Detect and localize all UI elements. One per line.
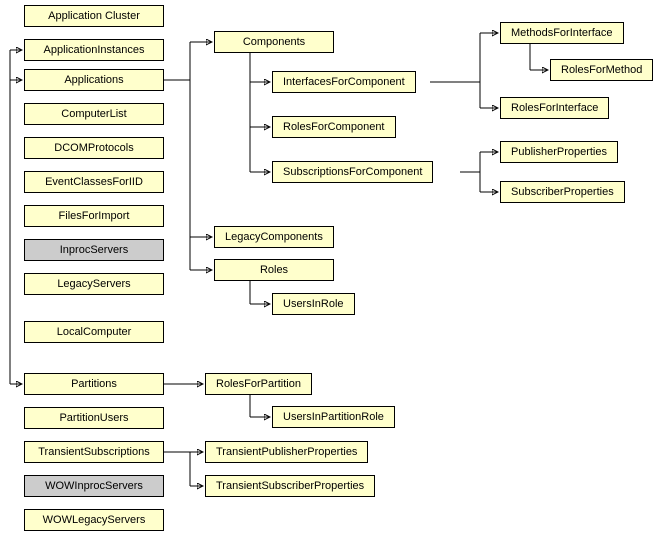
node-roles-for-method: RolesForMethod [550, 59, 653, 81]
node-legacy-components: LegacyComponents [214, 226, 334, 248]
node-interfaces-for-component: InterfacesForComponent [272, 71, 416, 93]
node-files-for-import: FilesForImport [24, 205, 164, 227]
node-subscriptions-for-component: SubscriptionsForComponent [272, 161, 433, 183]
node-wow-inproc-servers: WOWInprocServers [24, 475, 164, 497]
node-users-in-partition-role: UsersInPartitionRole [272, 406, 395, 428]
node-transient-subscriptions: TransientSubscriptions [24, 441, 164, 463]
node-legacy-servers: LegacyServers [24, 273, 164, 295]
node-transient-subscriber-properties: TransientSubscriberProperties [205, 475, 375, 497]
node-publisher-properties: PublisherProperties [500, 141, 618, 163]
node-application-instances: ApplicationInstances [24, 39, 164, 61]
node-dcom-protocols: DCOMProtocols [24, 137, 164, 159]
node-applications: Applications [24, 69, 164, 91]
node-partitions: Partitions [24, 373, 164, 395]
node-methods-for-interface: MethodsForInterface [500, 22, 624, 44]
node-transient-publisher-properties: TransientPublisherProperties [205, 441, 368, 463]
node-users-in-role: UsersInRole [272, 293, 355, 315]
node-event-classes-for-iid: EventClassesForIID [24, 171, 164, 193]
node-application-cluster: Application Cluster [24, 5, 164, 27]
node-roles-for-interface: RolesForInterface [500, 97, 609, 119]
node-roles-for-partition: RolesForPartition [205, 373, 312, 395]
node-subscriber-properties: SubscriberProperties [500, 181, 625, 203]
node-partition-users: PartitionUsers [24, 407, 164, 429]
node-roles: Roles [214, 259, 334, 281]
node-inproc-servers: InprocServers [24, 239, 164, 261]
node-computer-list: ComputerList [24, 103, 164, 125]
node-wow-legacy-servers: WOWLegacyServers [24, 509, 164, 531]
node-roles-for-component: RolesForComponent [272, 116, 396, 138]
node-local-computer: LocalComputer [24, 321, 164, 343]
node-components: Components [214, 31, 334, 53]
